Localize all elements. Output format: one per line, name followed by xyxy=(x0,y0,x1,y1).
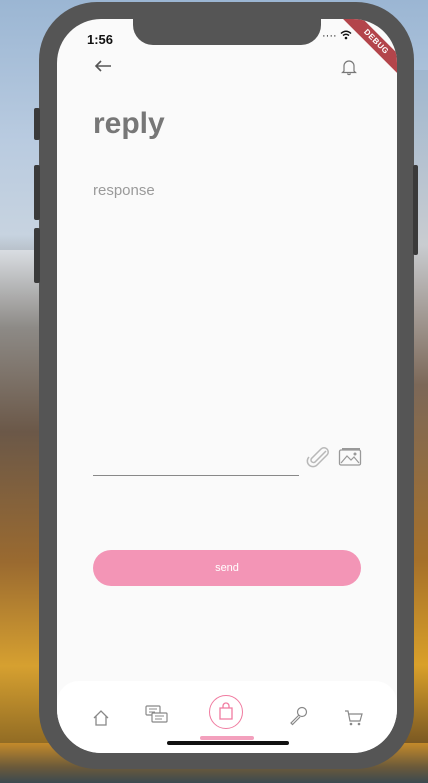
mute-switch xyxy=(34,108,40,140)
home-indicator[interactable] xyxy=(167,741,289,745)
response-label: response xyxy=(93,182,155,199)
image-button[interactable] xyxy=(338,447,362,472)
page-title: reply xyxy=(93,107,165,140)
app-screen: 1:56 ···· DEBUG reply response send xyxy=(57,19,397,753)
home-icon xyxy=(93,710,109,726)
arrow-left-icon xyxy=(94,60,111,72)
back-button[interactable] xyxy=(93,56,113,79)
status-time: 1:56 xyxy=(87,32,114,47)
chat-icon xyxy=(145,705,168,723)
shopping-bag-icon xyxy=(219,702,233,720)
tab-chat[interactable] xyxy=(145,705,169,732)
signal-icon: ···· xyxy=(322,30,337,42)
paperclip-icon xyxy=(306,447,329,468)
attach-button[interactable] xyxy=(306,445,332,476)
wifi-icon xyxy=(340,30,352,40)
bell-icon xyxy=(341,60,357,76)
tab-shop[interactable] xyxy=(209,695,243,729)
tab-home[interactable] xyxy=(92,709,110,732)
tab-microphone[interactable] xyxy=(287,705,309,732)
status-icons: ···· xyxy=(322,30,352,42)
microphone-icon xyxy=(290,706,308,726)
response-input[interactable] xyxy=(93,209,299,475)
volume-down-button xyxy=(34,228,40,283)
volume-up-button xyxy=(34,165,40,220)
active-tab-indicator xyxy=(200,736,254,740)
tab-cart[interactable] xyxy=(344,709,364,732)
image-icon xyxy=(338,448,362,466)
notifications-button[interactable] xyxy=(340,58,358,81)
cart-icon xyxy=(345,710,363,726)
power-button xyxy=(413,165,418,255)
response-input-underline xyxy=(93,475,299,476)
notch xyxy=(133,19,321,45)
send-button[interactable]: send xyxy=(93,550,361,586)
